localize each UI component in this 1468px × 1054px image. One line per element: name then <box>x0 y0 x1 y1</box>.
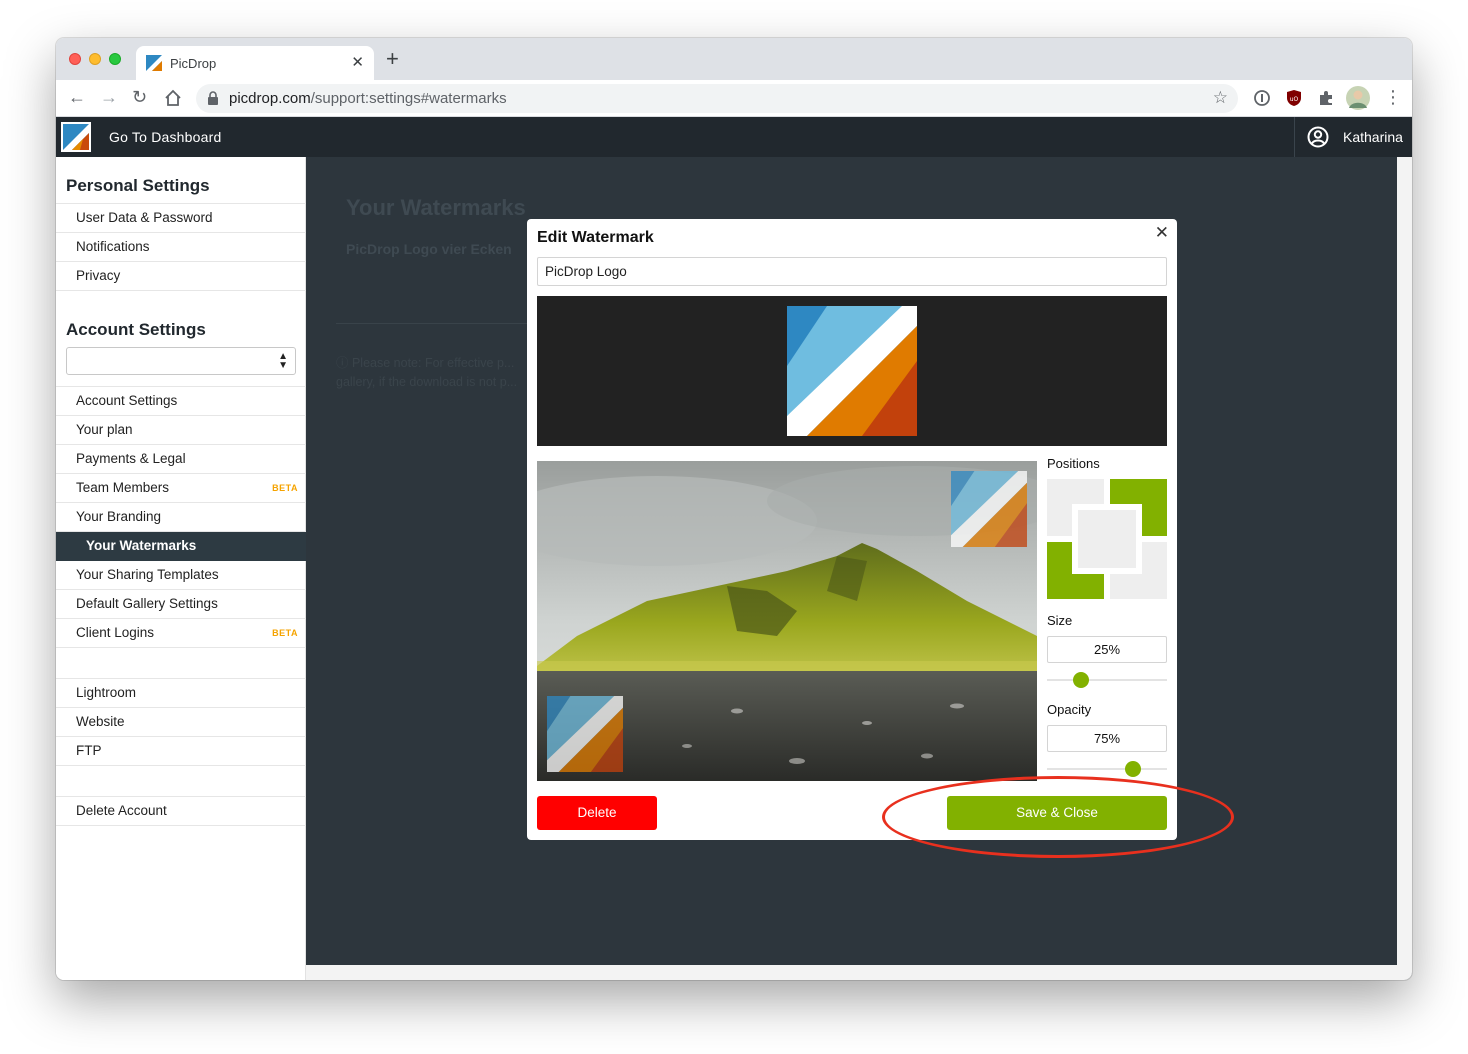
address-bar[interactable]: picdrop.com/support:settings#watermarks … <box>196 84 1238 113</box>
user-account-icon <box>1307 126 1329 148</box>
sidebar-item-lightroom[interactable]: Lightroom <box>56 679 306 708</box>
size-slider-thumb[interactable] <box>1073 672 1089 688</box>
sidebar-item-sharing-templates[interactable]: Your Sharing Templates <box>56 561 306 590</box>
maximize-window-button[interactable] <box>109 53 121 65</box>
settings-sidebar: Personal Settings User Data & Password N… <box>56 157 306 980</box>
tab-title: PicDrop <box>170 56 217 71</box>
scroll-gutter <box>1397 157 1412 965</box>
home-icon[interactable] <box>164 89 182 107</box>
watermark-bottom-left <box>547 696 623 772</box>
sidebar-item-label: Account Settings <box>76 393 178 408</box>
position-selector <box>1047 479 1167 599</box>
picdrop-logo-icon[interactable] <box>61 122 91 152</box>
user-name: Katharina <box>1343 129 1403 145</box>
modal-title: Edit Watermark <box>537 229 654 246</box>
watermark-logo-preview <box>537 296 1167 446</box>
watermark-list-item: PicDrop Logo vier Ecken <box>346 241 512 257</box>
sidebar-item-delete-account[interactable]: Delete Account <box>56 797 306 826</box>
watermark-name-input[interactable] <box>537 257 1167 286</box>
bookmark-star-icon[interactable]: ☆ <box>1213 88 1228 108</box>
url-host: picdrop.com <box>229 90 311 107</box>
size-label: Size <box>1047 613 1073 628</box>
ublock-icon[interactable]: uO <box>1285 89 1303 107</box>
sidebar-item-client-logins[interactable]: Client Logins BETA <box>56 619 306 648</box>
sidebar-item-label: Your Branding <box>76 509 162 524</box>
back-icon[interactable]: ← <box>68 86 86 108</box>
sidebar-item-your-plan[interactable]: Your plan <box>56 416 306 445</box>
go-to-dashboard-link[interactable]: Go To Dashboard <box>109 129 221 145</box>
sidebar-item-user-data[interactable]: User Data & Password <box>56 204 306 233</box>
extensions-puzzle-icon[interactable] <box>1317 89 1335 107</box>
position-center-fill <box>1078 510 1136 568</box>
opacity-slider-thumb[interactable] <box>1125 761 1141 777</box>
password-extension-icon[interactable] <box>1253 89 1271 107</box>
sidebar-item-default-gallery-settings[interactable]: Default Gallery Settings <box>56 590 306 619</box>
sidebar-item-label: Client Logins <box>76 625 155 640</box>
app-header: Go To Dashboard Katharina <box>56 117 1412 157</box>
size-input[interactable]: 25% <box>1047 636 1167 663</box>
position-center[interactable] <box>1072 504 1142 574</box>
account-select[interactable]: ▲ ▼ <box>66 347 296 375</box>
picdrop-watermark-logo <box>787 306 917 436</box>
user-menu[interactable]: Katharina <box>1294 117 1412 157</box>
sidebar-item-website[interactable]: Website <box>56 708 306 737</box>
picdrop-favicon-icon <box>146 55 162 71</box>
sidebar-item-label: Your Watermarks <box>86 538 197 553</box>
sidebar-item-your-watermarks[interactable]: Your Watermarks <box>56 532 306 561</box>
tab-close-icon[interactable]: ✕ <box>351 53 364 71</box>
watermark-top-right <box>951 471 1027 547</box>
sidebar-item-your-branding[interactable]: Your Branding <box>56 503 306 532</box>
personal-settings-heading: Personal Settings <box>66 176 210 195</box>
lock-icon <box>208 91 218 105</box>
browser-tab[interactable]: PicDrop ✕ <box>136 46 374 80</box>
browser-menu-icon[interactable]: ⋮ <box>1384 86 1402 108</box>
opacity-input[interactable]: 75% <box>1047 725 1167 752</box>
sidebar-item-label: Your plan <box>76 422 133 437</box>
info-note: ⓘ Please note: For effective p... galler… <box>336 356 518 389</box>
new-tab-button[interactable]: + <box>386 48 399 70</box>
opacity-label: Opacity <box>1047 702 1092 717</box>
beta-badge: BETA <box>272 628 298 638</box>
sidebar-item-payments[interactable]: Payments & Legal <box>56 445 306 474</box>
divider <box>336 323 536 324</box>
sidebar-item-team-members[interactable]: Team Members BETA <box>56 474 306 503</box>
svg-text:uO: uO <box>1290 96 1299 103</box>
url-path: /support:settings#watermarks <box>310 90 507 107</box>
sidebar-item-label: Default Gallery Settings <box>76 596 218 611</box>
sidebar-item-privacy[interactable]: Privacy <box>56 262 306 291</box>
close-window-button[interactable] <box>69 53 81 65</box>
beta-badge: BETA <box>272 483 298 493</box>
browser-window: PicDrop ✕ + ← → ↻ picdrop.com/support:se… <box>56 38 1412 980</box>
select-arrows-icon: ▲ ▼ <box>278 351 288 371</box>
reload-icon[interactable]: ↻ <box>132 86 147 108</box>
minimize-window-button[interactable] <box>89 53 101 65</box>
edit-watermark-modal: Edit Watermark ✕ PicDrop Logo Positions … <box>527 219 1177 840</box>
save-close-button[interactable]: Save & Close <box>947 796 1167 830</box>
page-bottom-gutter <box>306 965 1412 980</box>
profile-avatar-icon[interactable] <box>1346 86 1370 110</box>
opacity-slider[interactable] <box>1047 761 1167 777</box>
page-title: Your Watermarks <box>346 195 526 220</box>
sidebar-item-ftp[interactable]: FTP <box>56 737 306 766</box>
sidebar-item-label: Payments & Legal <box>76 451 186 466</box>
url-text: picdrop.com/support:settings#watermarks <box>229 90 507 107</box>
delete-button[interactable]: Delete <box>537 796 657 830</box>
close-icon[interactable]: ✕ <box>1155 223 1169 243</box>
browser-toolbar: ← → ↻ picdrop.com/support:settings#water… <box>56 80 1412 117</box>
sidebar-item-notifications[interactable]: Notifications <box>56 233 306 262</box>
forward-icon[interactable]: → <box>100 86 118 108</box>
positions-label: Positions <box>1047 456 1100 471</box>
sidebar-item-label: Your Sharing Templates <box>76 567 219 582</box>
size-slider[interactable] <box>1047 672 1167 688</box>
account-settings-heading: Account Settings <box>66 320 206 339</box>
tab-strip: PicDrop ✕ + <box>56 38 1412 80</box>
sidebar-item-label: Team Members <box>76 480 170 495</box>
sidebar-item-account-settings[interactable]: Account Settings <box>56 387 306 416</box>
